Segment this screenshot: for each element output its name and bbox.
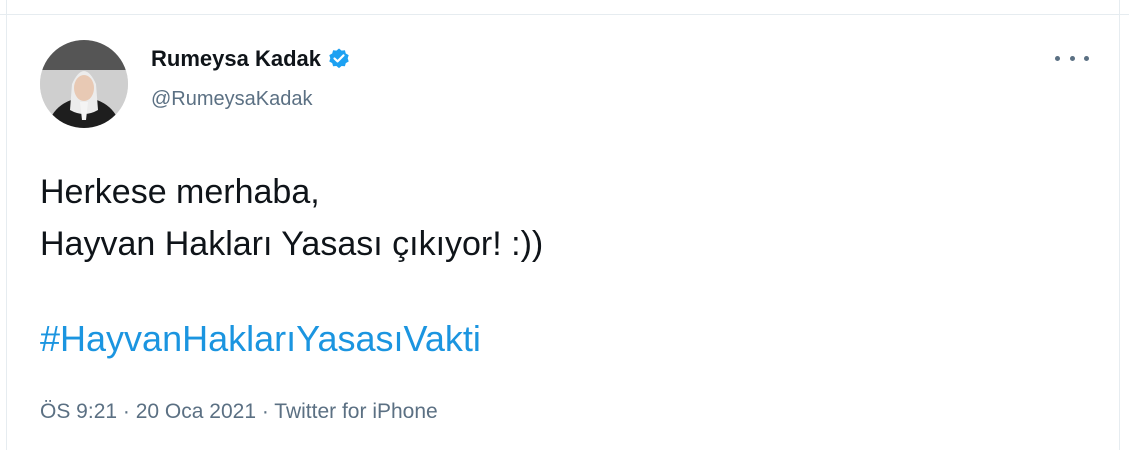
hashtag-link[interactable]: #HayvanHaklarıYasasıVakti xyxy=(40,318,481,360)
author-name-text: Rumeysa Kadak xyxy=(151,46,321,71)
tweet-line-2: Hayvan Hakları Yasası çıkıyor! :)) xyxy=(40,225,544,263)
meta-separator: · xyxy=(256,400,275,423)
author-name[interactable]: Rumeysa Kadak xyxy=(151,46,351,72)
more-dot xyxy=(1069,55,1075,61)
card-left-border xyxy=(6,0,7,450)
meta-separator: · xyxy=(117,400,136,423)
tweet-meta: ÖS 9:21 · 20 Oca 2021 · Twitter for iPho… xyxy=(40,400,438,424)
more-dot xyxy=(1055,55,1060,61)
tweet-text: Herkese merhaba, Hayvan Hakları Yasası ç… xyxy=(40,166,543,270)
tweet-source[interactable]: Twitter for iPhone xyxy=(274,400,437,423)
tweet-time[interactable]: ÖS 9:21 xyxy=(40,400,117,423)
profile-photo-icon xyxy=(40,40,128,128)
tweet-line-1: Herkese merhaba, xyxy=(40,173,320,211)
more-dot xyxy=(1084,55,1089,61)
avatar[interactable] xyxy=(40,40,128,128)
more-options-icon[interactable] xyxy=(1055,48,1089,68)
verified-badge-icon xyxy=(327,47,351,71)
author-handle[interactable]: @RumeysaKadak xyxy=(151,88,312,111)
top-divider xyxy=(0,14,1129,15)
tweet-date[interactable]: 20 Oca 2021 xyxy=(136,400,256,423)
card-right-border xyxy=(1119,0,1120,450)
